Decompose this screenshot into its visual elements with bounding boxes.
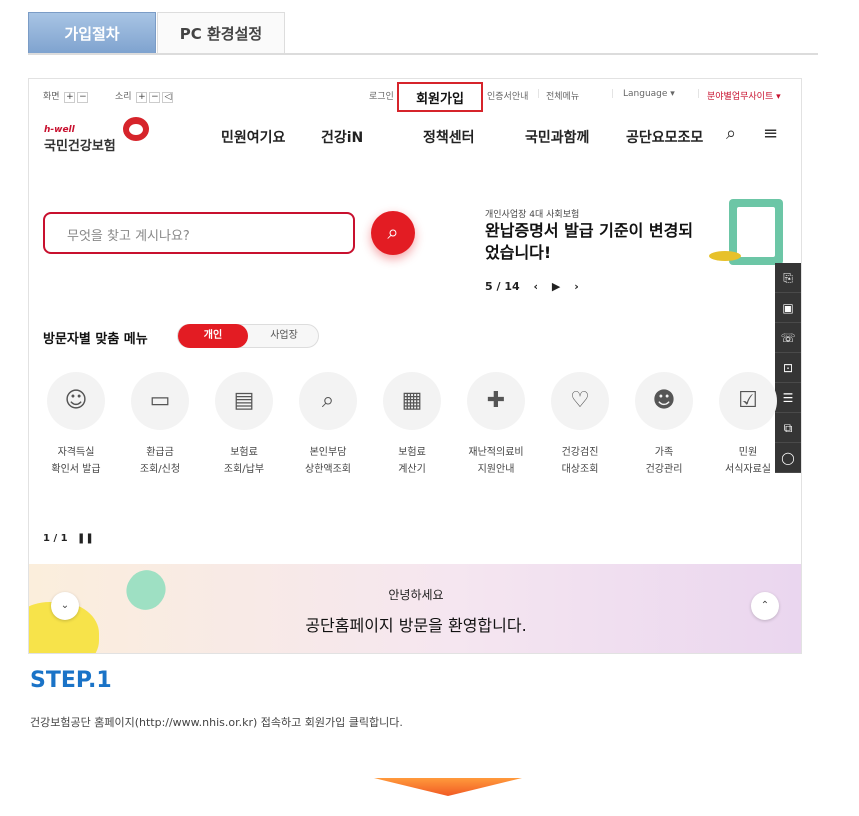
hamburger-menu-icon[interactable]: ≡ [763, 123, 778, 144]
menu-item-label: 민원 서식자료실 [725, 447, 771, 475]
toggle-business[interactable]: 사업장 [250, 325, 318, 347]
zoom-in-button[interactable]: + [64, 92, 76, 103]
sound-control: 소리 + − ◁ [115, 89, 174, 103]
screen-zoom-control: 화면 + − [43, 89, 89, 103]
step-description: 건강보험공단 홈페이지(http://www.nhis.or.kr) 접속하고 … [30, 716, 403, 729]
medical-support-icon: ✚ [467, 372, 525, 430]
search-button[interactable]: ⌕ [371, 211, 415, 255]
menu-page-count: 1 / 1 [43, 533, 68, 544]
family-icon: ☻ [635, 372, 693, 430]
quick-monitor-icon[interactable]: ▣ [775, 293, 801, 323]
volume-up-button[interactable]: + [136, 92, 148, 103]
menu-item-label: 보험료 조회/납부 [223, 447, 265, 475]
field-sites-dropdown[interactable]: 분야별업무사이트 ▾ [707, 89, 781, 102]
cert-guide-link[interactable]: 인증서안내 [487, 89, 528, 102]
search-icon: ⌕ [387, 220, 399, 244]
gnb-policy-center[interactable]: 정책센터 [423, 127, 475, 147]
menu-item-label: 환급금 조회/신청 [139, 447, 181, 475]
monitor-refund-icon: ▭ [131, 372, 189, 430]
person-certificate-icon: ☺ [47, 372, 105, 430]
quick-phone-icon[interactable]: ☏ [775, 323, 801, 353]
gnb-with-people[interactable]: 국민과함께 [525, 127, 589, 147]
banner-title[interactable]: 완납증명서 발급 기준이 변경되었습니다! [485, 220, 705, 264]
welcome-message: 공단홈페이지 방문을 환영합니다. [305, 616, 527, 635]
screen-label: 화면 [43, 92, 60, 102]
menu-item[interactable]: ☻ 가족 건강관리 [631, 372, 697, 478]
nhis-logo-icon [123, 117, 149, 141]
tab-bar: 가입절차 PC 환경설정 [28, 12, 285, 54]
nhis-homepage-screenshot: 화면 + − 소리 + − ◁ 로그인 회원가입 인증서안내 | 전체메뉴 | Lan… [28, 78, 802, 654]
welcome-greeting: 안녕하세요 [388, 588, 444, 602]
custom-menu-title: 방문자별 맞춤 메뉴 [43, 332, 148, 347]
language-dropdown[interactable]: Language ▾ [623, 89, 675, 99]
menu-item[interactable]: ☺ 자격득실 확인서 발급 [43, 372, 109, 478]
menu-pause-button[interactable]: ❚❚ [77, 533, 94, 544]
logo-text[interactable]: 국민건강보험 [44, 135, 116, 154]
menu-item-label: 재난적의료비 지원안내 [468, 447, 524, 475]
tab-pc-settings[interactable]: PC 환경설정 [157, 12, 285, 54]
card-payment-icon: ▤ [215, 372, 273, 430]
tab-signup-procedure[interactable]: 가입절차 [28, 12, 156, 54]
menu-item[interactable]: ▭ 환급금 조회/신청 [127, 372, 193, 478]
form-library-icon: ☑ [719, 372, 777, 430]
volume-down-button[interactable]: − [149, 92, 161, 103]
step-title: STEP.1 [30, 668, 112, 693]
visitor-type-toggle: 개인 사업장 [177, 324, 319, 348]
sound-label: 소리 [115, 92, 132, 102]
login-link[interactable]: 로그인 [369, 89, 394, 102]
calculator-icon: ▦ [383, 372, 441, 430]
menu-item[interactable]: ✚ 재난적의료비 지원안내 [463, 372, 529, 478]
banner-play-button[interactable]: ▶ [552, 280, 560, 293]
banner-prev-button[interactable]: ‹ [533, 280, 538, 293]
banner-page-count: 5 / 14 [485, 280, 520, 293]
menu-item[interactable]: ▤ 보험료 조회/납부 [211, 372, 277, 478]
coin-illustration [709, 251, 741, 261]
menu-item-label: 보험료 계산기 [398, 447, 426, 475]
banner-pager: 5 / 14 ‹ ▶ › [485, 280, 589, 293]
custom-menu-list: ☺ 자격득실 확인서 발급 ▭ 환급금 조회/신청 ▤ 보험료 조회/납부 ⌕ … [43, 372, 783, 487]
welcome-banner: ⌄ ⌃ 안녕하세요 공단홈페이지 방문을 환영합니다. [29, 562, 801, 653]
health-check-icon: ♡ [551, 372, 609, 430]
menu-item[interactable]: ⌕ 본인부담 상한액조회 [295, 372, 361, 478]
banner-next-button[interactable]: › [574, 280, 579, 293]
menu-pager: 1 / 1 ❚❚ [43, 533, 94, 544]
gnb-health-in[interactable]: 건강iN [321, 127, 363, 147]
logo-tagline: h-well [44, 125, 75, 135]
menu-item-label: 건강검진 대상조회 [561, 447, 599, 475]
toggle-individual[interactable]: 개인 [178, 324, 248, 348]
arrow-down-icon [374, 778, 522, 796]
signup-link[interactable]: 회원가입 [397, 82, 483, 112]
gnb-civil-service[interactable]: 민원여기요 [221, 127, 285, 147]
menu-item[interactable]: ☑ 민원 서식자료실 [715, 372, 781, 478]
search-document-icon: ⌕ [299, 372, 357, 430]
all-menu-link[interactable]: 전체메뉴 [546, 89, 579, 102]
quick-document-icon[interactable]: ⎘ [775, 263, 801, 293]
menu-item[interactable]: ▦ 보험료 계산기 [379, 372, 445, 478]
banner-kicker: 개인사업장 4대 사회보험 [485, 210, 580, 220]
tab-divider [28, 53, 818, 55]
menu-item-label: 본인부담 상한액조회 [305, 447, 351, 475]
speaker-icon[interactable]: ◁ [162, 92, 174, 103]
search-input[interactable]: 무엇을 찾고 계시나요? [43, 212, 355, 254]
utility-bar: 화면 + − 소리 + − ◁ 로그인 회원가입 인증서안내 | 전체메뉴 | Lan… [29, 79, 801, 112]
zoom-out-button[interactable]: − [77, 92, 89, 103]
menu-item-label: 자격득실 확인서 발급 [51, 447, 101, 475]
search-icon[interactable]: ⌕ [726, 123, 736, 144]
menu-item-label: 가족 건강관리 [645, 447, 683, 475]
menu-item[interactable]: ♡ 건강검진 대상조회 [547, 372, 613, 478]
gnb-about[interactable]: 공단요모조모 [626, 127, 703, 147]
